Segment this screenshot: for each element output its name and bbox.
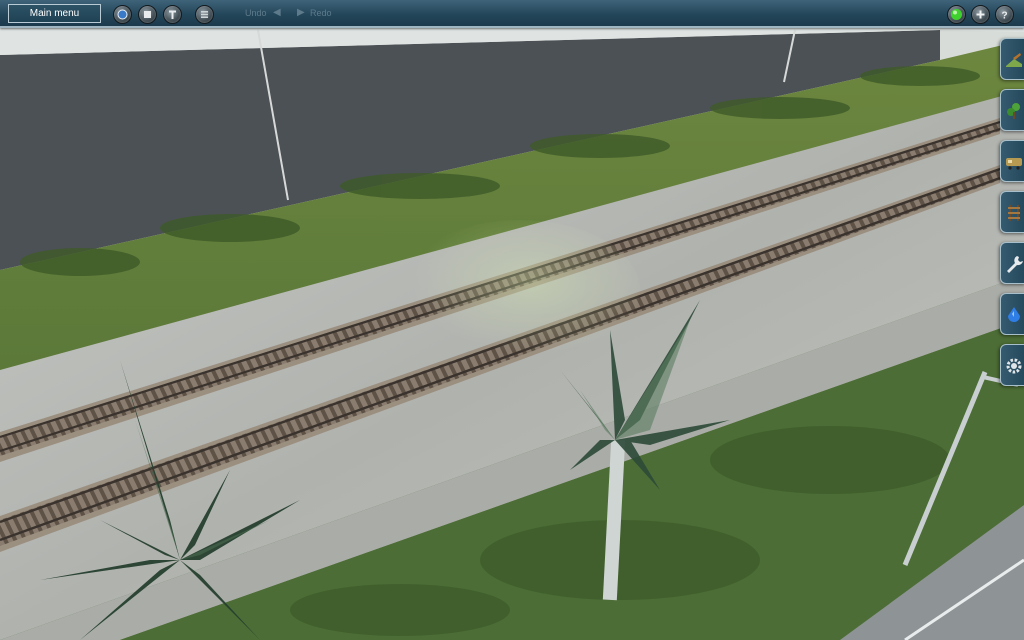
main-menu-button[interactable]: Main menu: [8, 4, 101, 23]
layers-button[interactable]: [195, 5, 214, 24]
globe-icon: [117, 9, 128, 20]
plus-icon: [976, 10, 985, 19]
redo-button[interactable]: Redo: [310, 8, 332, 18]
help-icon: ?: [1001, 11, 1007, 22]
water-tool-button[interactable]: [1000, 293, 1024, 335]
top-toolbar: Main menu Undo ◀ ▶ Redo ?: [0, 0, 1024, 28]
redo-arrow-icon: ▶: [297, 7, 305, 18]
scenery-tool-button[interactable]: [1000, 89, 1024, 131]
layers-icon: [201, 11, 208, 18]
status-light-icon: [951, 9, 962, 20]
help-button[interactable]: ?: [995, 5, 1014, 24]
plus-button[interactable]: [971, 5, 990, 24]
stop-button[interactable]: [138, 5, 157, 24]
undo-button[interactable]: Undo: [245, 8, 267, 18]
wrench-icon: [1007, 256, 1023, 273]
status-light-button[interactable]: [947, 5, 966, 24]
stop-icon: [144, 11, 151, 18]
scene-render: [0, 28, 1024, 640]
globe-button[interactable]: [113, 5, 132, 24]
wrench-tool-button[interactable]: [1000, 242, 1024, 284]
undo-arrow-icon: ◀: [273, 7, 281, 18]
gear-icon: [1006, 358, 1022, 374]
train-tool-button[interactable]: [1000, 140, 1024, 182]
info-button[interactable]: [163, 5, 182, 24]
terrain-tool-icon: [1006, 53, 1022, 67]
svg-text:?: ?: [1001, 11, 1007, 22]
game-viewport[interactable]: [0, 0, 1024, 640]
track-icon: [1008, 205, 1020, 221]
train-car-icon: [1006, 158, 1022, 170]
water-drop-icon: [1008, 307, 1020, 322]
track-tool-button[interactable]: [1000, 191, 1024, 233]
settings-tool-button[interactable]: [1000, 344, 1024, 386]
terrain-tool-button[interactable]: [1000, 38, 1024, 80]
tree-icon: [1007, 103, 1020, 119]
info-icon: [169, 10, 176, 19]
